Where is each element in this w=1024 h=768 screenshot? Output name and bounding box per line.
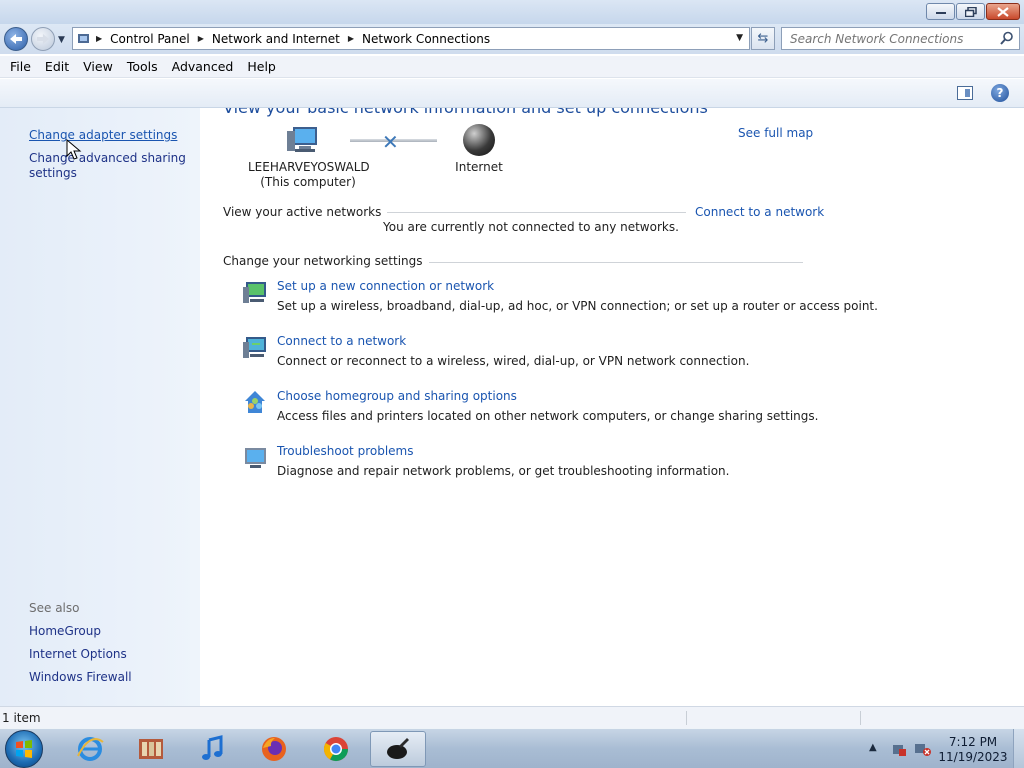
troubleshoot-link[interactable]: Troubleshoot problems: [277, 444, 413, 458]
firefox-icon: [262, 737, 286, 761]
breadcrumb-network-connections[interactable]: Network Connections: [358, 32, 494, 46]
minimize-icon: [935, 11, 946, 14]
address-dropdown-icon[interactable]: ▼: [736, 33, 743, 43]
task-description: Access files and printers located on oth…: [277, 409, 819, 423]
taskbar-media-player[interactable]: [185, 731, 241, 767]
internet-label: Internet: [455, 160, 503, 174]
see-also-label: See also: [29, 601, 80, 615]
connect-to-network-link[interactable]: Connect to a network: [689, 205, 825, 219]
control-panel-icon: [78, 33, 89, 43]
task-description: Connect or reconnect to a wireless, wire…: [277, 354, 750, 368]
internet-globe-icon: [463, 124, 495, 156]
change-advanced-sharing-link[interactable]: Change advanced sharing settings: [29, 151, 189, 181]
media-player-icon: [202, 735, 223, 760]
command-bar: ?: [0, 79, 1024, 108]
homegroup-icon: [245, 391, 265, 413]
refresh-button[interactable]: ⇆: [751, 27, 775, 50]
help-icon[interactable]: ?: [991, 84, 1009, 102]
search-input[interactable]: [782, 28, 992, 49]
item-count: 1 item: [2, 711, 41, 725]
task-description: Set up a wireless, broadband, dial-up, a…: [277, 299, 878, 313]
clock-date: 11/19/2023: [938, 750, 1008, 764]
not-connected-message: You are currently not connected to any n…: [383, 220, 679, 234]
breadcrumb-network-and-internet[interactable]: Network and Internet: [208, 32, 344, 46]
menu-edit[interactable]: Edit: [38, 59, 76, 74]
forward-button[interactable]: [31, 27, 55, 51]
windows-explorer-icon: [139, 739, 163, 759]
menu-bar: File Edit View Tools Advanced Help: [0, 56, 1024, 78]
arrow-left-icon: [10, 34, 22, 44]
active-networks-label: View your active networks: [223, 205, 388, 219]
back-button[interactable]: [4, 27, 28, 51]
network-setup-icon: [243, 282, 266, 303]
taskbar-internet-explorer[interactable]: [62, 731, 118, 767]
taskbar: ▲ 7:12 PM 11/19/2023: [0, 728, 1024, 768]
task-description: Diagnose and repair network problems, or…: [277, 464, 730, 478]
connect-network-task-link[interactable]: Connect to a network: [277, 334, 406, 348]
disconnected-x-icon[interactable]: ✕: [382, 130, 399, 154]
refresh-icon: ⇆: [757, 31, 769, 46]
change-adapter-settings-link[interactable]: Change adapter settings: [29, 128, 189, 143]
taskbar-chrome[interactable]: [308, 731, 364, 767]
search-icon[interactable]: [1000, 31, 1014, 46]
close-icon: [997, 6, 1009, 17]
mouse-cursor-icon: [66, 139, 82, 160]
close-button[interactable]: [986, 3, 1020, 20]
preview-pane-icon[interactable]: [957, 86, 973, 100]
address-bar[interactable]: ▶ Control Panel ▶ Network and Internet ▶…: [72, 27, 750, 50]
settings-label: Change your networking settings: [223, 254, 429, 268]
setup-connection-link[interactable]: Set up a new connection or network: [277, 279, 494, 293]
internet-options-link[interactable]: Internet Options: [29, 647, 127, 661]
taskbar-active-app[interactable]: [370, 731, 426, 767]
action-center-icon[interactable]: [891, 741, 907, 757]
system-clock[interactable]: 7:12 PM 11/19/2023: [935, 735, 1011, 765]
start-button[interactable]: [5, 730, 43, 768]
arrow-right-icon: [37, 34, 49, 44]
windows-logo-icon: [16, 740, 32, 758]
connect-network-icon: [243, 337, 266, 358]
active-networks-divider: [360, 212, 686, 213]
menu-tools[interactable]: Tools: [120, 59, 165, 74]
page-title: View your basic network information and …: [223, 108, 708, 117]
main-content: View your basic network information and …: [200, 108, 1024, 706]
taskbar-windows-explorer[interactable]: [123, 731, 179, 767]
breadcrumb-control-panel[interactable]: Control Panel: [106, 32, 194, 46]
address-row: ▼ ▶ Control Panel ▶ Network and Internet…: [0, 24, 1024, 54]
computer-name-label: LEEHARVEYOSWALD (This computer): [248, 160, 370, 189]
maximize-button[interactable]: [956, 3, 985, 20]
restore-icon: [964, 6, 977, 17]
menu-view[interactable]: View: [76, 59, 120, 74]
windows-firewall-link[interactable]: Windows Firewall: [29, 670, 132, 684]
troubleshoot-icon: [245, 448, 266, 468]
status-bar: 1 item: [0, 706, 1024, 728]
show-hidden-icons-button[interactable]: ▲: [869, 742, 877, 753]
recent-pages-dropdown[interactable]: ▼: [58, 35, 65, 45]
network-disconnected-icon[interactable]: [914, 741, 932, 757]
title-bar: [0, 0, 1024, 24]
taskbar-firefox[interactable]: [246, 731, 302, 767]
task-pane: Change adapter settings Change advanced …: [0, 108, 200, 706]
show-desktop-button[interactable]: [1013, 729, 1024, 768]
crumb-separator-icon[interactable]: ▶: [344, 34, 358, 43]
status-divider: [860, 711, 861, 725]
homegroup-sharing-link[interactable]: Choose homegroup and sharing options: [277, 389, 517, 403]
homegroup-link[interactable]: HomeGroup: [29, 624, 101, 638]
minimize-button[interactable]: [926, 3, 955, 20]
menu-help[interactable]: Help: [240, 59, 283, 74]
chrome-icon: [323, 737, 348, 762]
search-box[interactable]: [781, 27, 1020, 50]
computer-icon: [287, 127, 317, 152]
crumb-separator-icon[interactable]: ▶: [92, 34, 106, 43]
internet-explorer-icon: [77, 737, 104, 761]
settings-divider: [390, 262, 803, 263]
clock-time: 7:12 PM: [948, 735, 998, 749]
menu-advanced[interactable]: Advanced: [165, 59, 241, 74]
menu-file[interactable]: File: [3, 59, 38, 74]
see-full-map-link[interactable]: See full map: [738, 126, 813, 140]
app-icon: [387, 738, 409, 759]
status-divider: [686, 711, 687, 725]
crumb-separator-icon[interactable]: ▶: [194, 34, 208, 43]
